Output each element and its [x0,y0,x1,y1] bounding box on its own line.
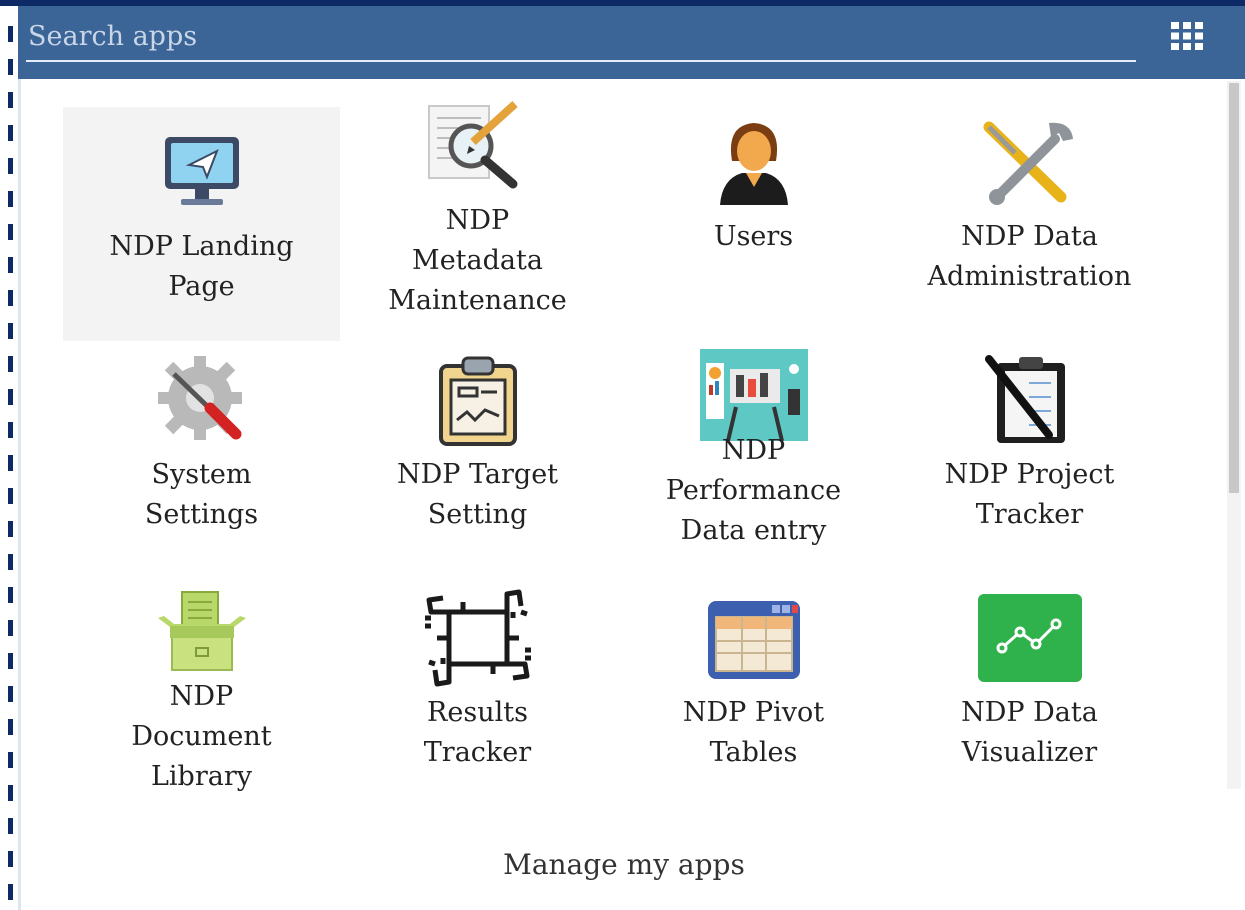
search-input[interactable] [26,16,1138,56]
frame-dash [8,389,13,405]
frame-dash [8,356,13,372]
frame-dash [8,620,13,636]
window-left-border [0,0,20,910]
frame-dash [8,785,13,801]
frame-dash [8,752,13,768]
frame-dash [8,290,13,306]
search-underline [26,60,1136,62]
app-tile-ndp-data-visualizer[interactable]: NDP Data Visualizer [891,583,1168,817]
user-icon [699,107,809,217]
clipboard-icon [423,345,533,455]
app-tile-ndp-document-library[interactable]: NDP Document Library [63,583,340,817]
app-label: NDP Project Tracker [944,459,1115,530]
app-tile-users[interactable]: Users [615,107,892,341]
frame-dash [8,455,13,471]
app-tile-ndp-project-tracker[interactable]: NDP Project Tracker [891,345,1168,579]
frame-dash [8,521,13,537]
frame-dash [8,488,13,504]
app-tile-ndp-target-setting[interactable]: NDP Target Setting [339,345,616,579]
line-chart-icon [975,583,1085,693]
frame-dash [8,851,13,867]
dashboard-icon [699,349,809,441]
wrench-screwdriver-icon [975,107,1085,217]
frame-dash [8,554,13,570]
app-label: Results Tracker [423,697,532,768]
frame-dash [8,686,13,702]
scrollbar[interactable] [1227,81,1241,789]
app-label: NDP Landing Page [109,231,294,302]
app-tile-ndp-pivot-tables[interactable]: NDP Pivot Tables [615,583,892,817]
frame-dash [8,257,13,273]
frame-dash [8,125,13,141]
frame-dash [8,26,13,42]
checklist-pen-icon [975,345,1085,455]
linked-hands-icon [423,583,533,693]
manage-my-apps-link[interactable]: Manage my apps [21,848,1227,881]
frame-dash [8,191,13,207]
app-label: NDP Data Administration [927,221,1132,292]
app-label: NDP Document Library [131,681,272,792]
app-tile-ndp-metadata-maintenance[interactable]: NDP Metadata Maintenance [339,101,616,341]
frame-dash [8,587,13,603]
app-label: NDP Pivot Tables [682,697,825,768]
app-label: NDP Performance Data entry [665,435,842,546]
search-header [18,6,1245,79]
frame-dash [8,884,13,900]
app-label: NDP Metadata Maintenance [388,205,567,316]
frame-dash [8,719,13,735]
app-tile-ndp-data-administration[interactable]: NDP Data Administration [891,107,1168,341]
app-tile-ndp-landing-page[interactable]: NDP Landing Page [63,107,340,341]
frame-dash [8,422,13,438]
app-label: NDP Data Visualizer [961,697,1098,768]
apps-grid-icon[interactable] [1170,21,1204,51]
document-box-icon [147,583,257,677]
app-tile-results-tracker[interactable]: Results Tracker [339,583,616,817]
scrollbar-thumb[interactable] [1229,83,1239,493]
app-label: NDP Target Setting [396,459,559,530]
monitor-send-icon [147,117,257,227]
app-label: Users [713,221,794,252]
magnifier-pencil-icon [423,91,533,201]
frame-dash [8,323,13,339]
apps-panel: NDP Landing Page NDP Metadata Maintenanc… [18,79,1245,910]
frame-dash [8,818,13,834]
frame-dash [8,59,13,75]
app-tile-ndp-performance-data-entry[interactable]: NDP Performance Data entry [615,345,892,579]
pivot-table-icon [699,583,809,693]
frame-dash [8,653,13,669]
frame-dash [8,92,13,108]
frame-dash [8,158,13,174]
app-tile-system-settings[interactable]: System Settings [63,345,340,579]
gear-tools-icon [147,345,257,455]
app-label: System Settings [144,459,259,530]
frame-dash [8,224,13,240]
